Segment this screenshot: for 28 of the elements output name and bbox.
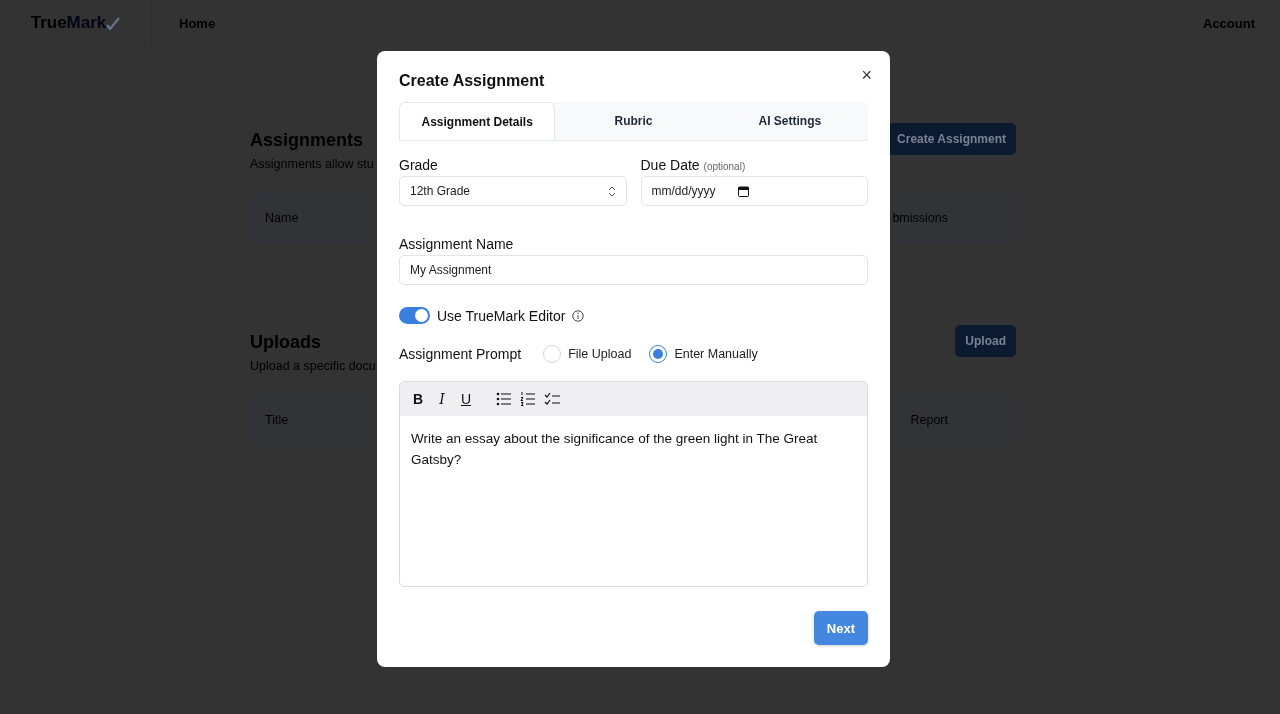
date-field[interactable]: mm/dd/yyyy bbox=[640, 176, 868, 206]
field-label: Grade bbox=[399, 157, 439, 173]
calendar-icon[interactable] bbox=[737, 185, 749, 197]
field-label: Assignment Name bbox=[399, 236, 515, 252]
chevrons-icon bbox=[607, 185, 616, 197]
info-icon[interactable] bbox=[572, 309, 585, 322]
radio-option[interactable]: File Upload bbox=[543, 345, 632, 363]
primary-button[interactable]: Upload bbox=[955, 325, 1016, 357]
next-button[interactable]: Next bbox=[813, 611, 868, 645]
tab[interactable]: Rubric bbox=[555, 102, 712, 140]
grade-select[interactable]: 12th Grade bbox=[399, 176, 627, 206]
editor-text: Write an essay about the significance of the green light in The Great Gatsby? bbox=[410, 430, 819, 469]
bold-button[interactable]: B bbox=[408, 388, 428, 410]
tab[interactable]: AI Settings bbox=[711, 102, 868, 140]
tab[interactable]: Assignment Details bbox=[399, 102, 556, 140]
text-editor[interactable]: B I U Write an essay about the significance of the green light in The Great Gatsby? bbox=[399, 381, 868, 587]
check-mark-icon bbox=[106, 16, 121, 30]
primary-button[interactable]: Create Assignment bbox=[887, 123, 1016, 155]
editor-toggle[interactable] bbox=[399, 307, 430, 324]
assignment-name-field[interactable]: My Assignment bbox=[399, 255, 868, 285]
italic-button[interactable]: I bbox=[432, 388, 452, 410]
close-button[interactable]: × bbox=[857, 63, 876, 88]
field-label: Assignment Prompt bbox=[399, 346, 522, 362]
field-label: Due Date (optional) bbox=[640, 157, 747, 173]
underline-button[interactable]: U bbox=[456, 388, 476, 410]
radio-option[interactable]: Enter Manually bbox=[649, 345, 758, 363]
dialog-title: Create Assignment bbox=[399, 72, 545, 90]
toggle-label: Use TrueMark Editor bbox=[437, 307, 566, 324]
